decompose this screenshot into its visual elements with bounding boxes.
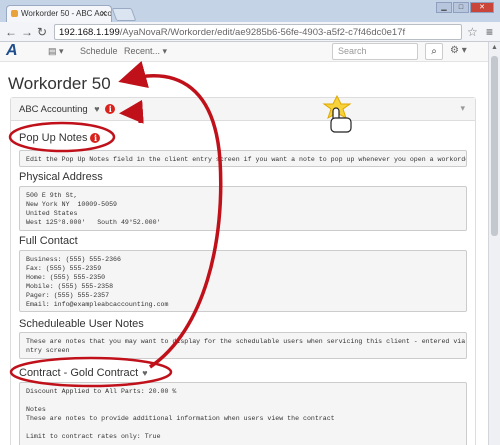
nav-schedule[interactable]: Schedule xyxy=(80,46,118,56)
maximize-icon[interactable]: □ xyxy=(453,2,469,13)
client-panel-header[interactable]: ABC Accounting ♥ i ▾ xyxy=(11,98,475,121)
bookmark-star-icon[interactable]: ☆ xyxy=(467,25,478,39)
settings-gear-icon[interactable]: ⚙ ▾ xyxy=(450,45,467,56)
scroll-up-icon[interactable]: ▲ xyxy=(491,44,498,51)
reload-icon[interactable]: ↻ xyxy=(37,25,47,39)
scrollbar-thumb[interactable] xyxy=(491,56,498,236)
window-controls: ▁ □ ✕ xyxy=(436,2,494,13)
client-name: ABC Accounting xyxy=(19,104,88,115)
scheduleable-notes-title: Scheduleable User Notes xyxy=(19,318,144,330)
new-tab-button[interactable] xyxy=(111,8,137,21)
page-title: Workorder 50 xyxy=(8,74,111,93)
contract-title: Contract - Gold Contract ♥ xyxy=(19,367,148,379)
new-record-icon[interactable]: ▤ ▾ xyxy=(48,46,64,57)
physical-address-text: 500 E 9th St, New York NY 10009-5059 Uni… xyxy=(19,186,467,231)
page-scrollbar[interactable]: ▲ xyxy=(488,42,500,445)
contract-text: Discount Applied to All Parts: 20.00 % N… xyxy=(19,382,467,445)
app-viewport: A ▤ ▾ Schedule Recent... ▾ Search ⌕ ⚙ ▾ … xyxy=(0,42,488,445)
tab-title: Workorder 50 - ABC Acco xyxy=(21,9,112,18)
browser-tab[interactable]: Workorder 50 - ABC Acco ✕ xyxy=(6,5,112,22)
client-panel: ABC Accounting ♥ i ▾ Pop Up Notes i Edit … xyxy=(10,97,476,445)
popup-notes-text: Edit the Pop Up Notes field in the clien… xyxy=(19,150,467,167)
notify-bell-icon[interactable]: ♥ xyxy=(94,104,99,114)
close-tab-icon[interactable]: ✕ xyxy=(100,9,107,18)
browser-titlebar: Workorder 50 - ABC Acco ✕ ▁ □ ✕ xyxy=(0,0,500,22)
search-input[interactable]: Search xyxy=(332,43,418,60)
physical-address-title: Physical Address xyxy=(19,171,103,183)
info-icon[interactable]: i xyxy=(105,104,116,114)
scheduleable-notes-text: These are notes that you may want to dis… xyxy=(19,332,467,359)
full-contact-title: Full Contact xyxy=(19,235,78,247)
back-icon[interactable]: ← xyxy=(5,25,17,39)
address-bar: ← → ↻ 192.168.1.199/AyaNovaR/Workorder/e… xyxy=(0,22,500,42)
popup-notes-title: Pop Up Notes i xyxy=(19,132,101,144)
minimize-icon[interactable]: ▁ xyxy=(436,2,452,13)
url-input[interactable]: 192.168.1.199/AyaNovaR/Workorder/edit/ae… xyxy=(54,24,462,40)
forward-icon[interactable]: → xyxy=(21,25,33,39)
search-icon[interactable]: ⌕ xyxy=(425,43,443,60)
browser-menu-icon[interactable]: ≡ xyxy=(486,25,493,39)
app-logo[interactable]: A xyxy=(6,42,18,60)
app-navbar: A ▤ ▾ Schedule Recent... ▾ Search ⌕ ⚙ ▾ xyxy=(0,42,488,62)
notify-bell-icon[interactable]: ♥ xyxy=(142,368,147,378)
window-close-icon[interactable]: ✕ xyxy=(470,2,494,13)
favicon-icon xyxy=(11,10,18,17)
nav-recent[interactable]: Recent... ▾ xyxy=(124,46,167,57)
info-icon[interactable]: i xyxy=(90,133,101,143)
chevron-down-icon[interactable]: ▾ xyxy=(460,103,465,114)
full-contact-text: Business: (555) 555-2366 Fax: (555) 555-… xyxy=(19,250,467,312)
